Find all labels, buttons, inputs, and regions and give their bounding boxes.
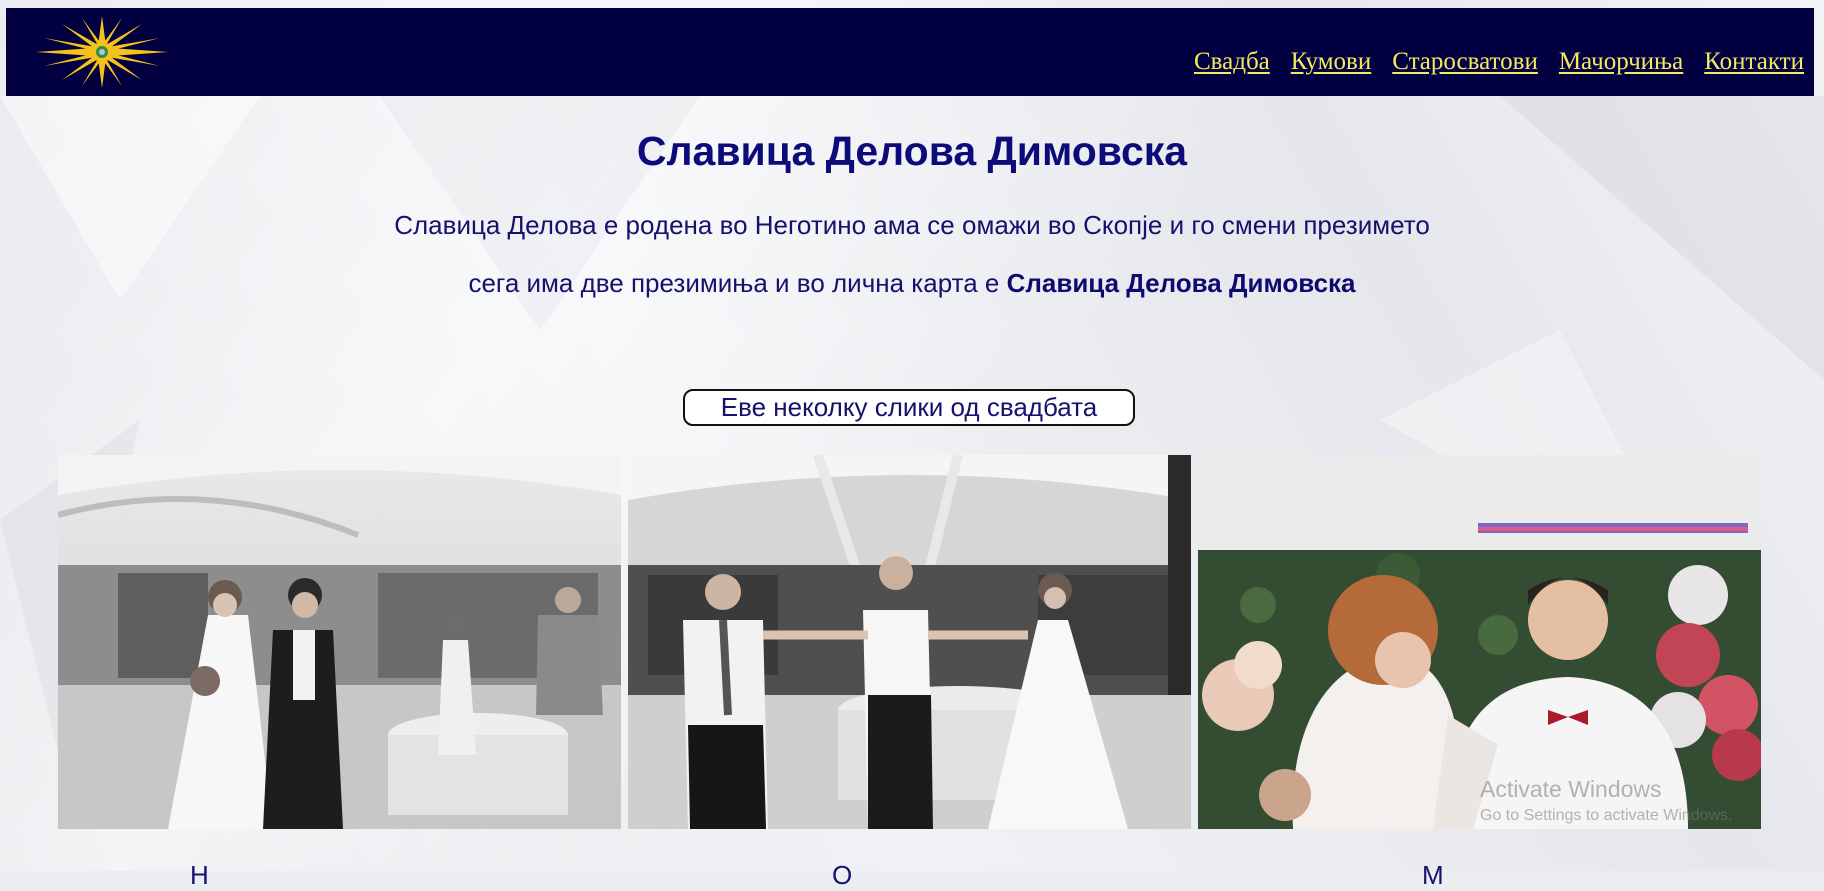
dance-circle-photo[interactable] (628, 455, 1191, 829)
nav-link-kumovi[interactable]: Кумови (1291, 48, 1371, 76)
bride-groom-walking-photo[interactable] (58, 455, 621, 829)
nav-link-machorchinja[interactable]: Мачорчиња (1559, 48, 1683, 76)
surname-paragraph-text: сега има две презимиња и во лична карта … (468, 268, 1007, 298)
couple-table-photo[interactable] (1198, 455, 1761, 829)
nav-link-kontakti[interactable]: Контакти (1704, 48, 1804, 76)
vergina-sun-logo-icon[interactable] (32, 14, 172, 90)
page-title: Славица Делова Димовска (636, 128, 1188, 174)
nav-link-svadba[interactable]: Свадба (1194, 48, 1270, 76)
surname-paragraph: сега има две презимиња и во лична карта … (0, 268, 1824, 299)
activate-windows-watermark: Activate Windows Go to Settings to activ… (1480, 776, 1733, 825)
photo-caption-2: О (832, 860, 853, 890)
photo-caption-3: М (1422, 860, 1444, 890)
photo-caption-1: Н (190, 860, 209, 890)
main-nav: Свадба Кумови Старосватови Мачорчиња Кон… (1194, 48, 1804, 76)
gallery-button[interactable]: Еве неколку слики од свадбата (683, 389, 1135, 426)
watermark-title: Activate Windows (1480, 776, 1662, 802)
top-navbar: Свадба Кумови Старосватови Мачорчиња Кон… (6, 8, 1814, 96)
watermark-subtitle: Go to Settings to activate Windows. (1480, 807, 1733, 824)
intro-paragraph: Славица Делова е родена во Неготино ама … (394, 210, 1430, 240)
full-name-bold: Славица Делова Димовска (1006, 268, 1356, 298)
nav-link-starosvatovi[interactable]: Старосватови (1392, 48, 1538, 76)
